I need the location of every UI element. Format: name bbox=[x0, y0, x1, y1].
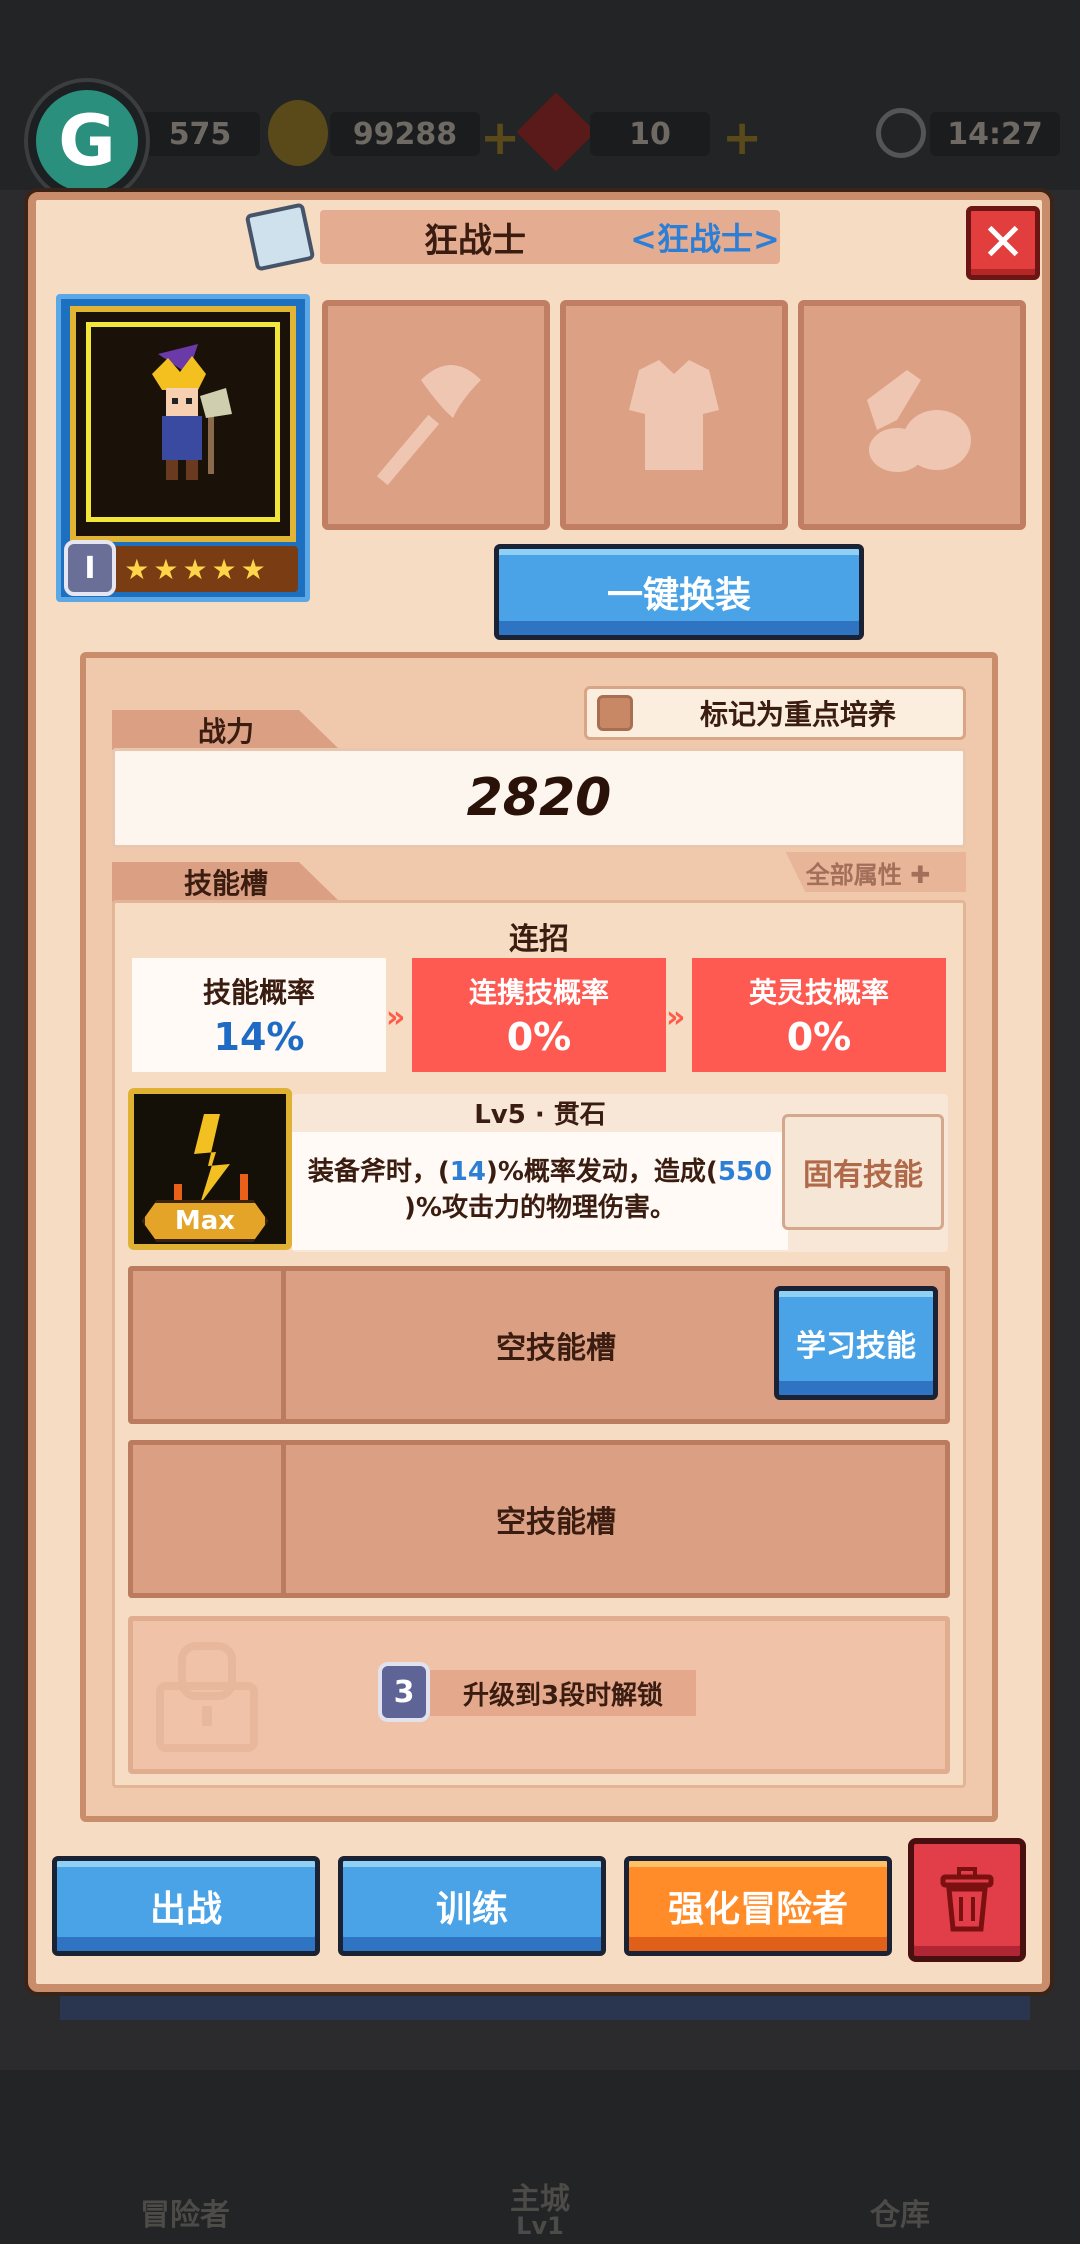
skill-desc-part: )%攻击力的物理伤害。 bbox=[404, 1193, 676, 1223]
battle-button[interactable]: 出战 bbox=[52, 1856, 320, 1956]
power-value: 2820 bbox=[112, 748, 966, 848]
skill-desc-part: 装备斧时，( bbox=[307, 1157, 450, 1187]
combo-rate-value: 0% bbox=[506, 1015, 572, 1059]
lock-icon bbox=[156, 1642, 258, 1752]
equip-slot-weapon[interactable] bbox=[322, 300, 550, 530]
hero-name: 狂战士 bbox=[424, 220, 526, 261]
trash-icon bbox=[940, 1867, 994, 1932]
armor-silhouette-icon bbox=[629, 360, 719, 470]
combo-title: 连招 bbox=[509, 922, 569, 957]
star-icon: ★ bbox=[124, 552, 150, 586]
combo-rate-label: 连携技概率 bbox=[468, 976, 609, 1009]
nav-adventurer[interactable]: 冒险者 bbox=[120, 2190, 250, 2234]
ticket-counter: 10 bbox=[590, 112, 710, 156]
innate-skill-label: 固有技能 bbox=[782, 1114, 944, 1230]
gold-coin-icon bbox=[268, 100, 328, 166]
top-hud bbox=[0, 0, 1080, 190]
equip-slot-armor[interactable] bbox=[560, 300, 788, 530]
empty-slot-label: 空技能槽 bbox=[496, 1331, 616, 1366]
mark-focus-checkbox[interactable] bbox=[597, 695, 633, 731]
skill-rate-value: 14% bbox=[213, 1015, 305, 1059]
berserker-sprite-icon bbox=[152, 344, 232, 480]
empty-slot-label: 空技能槽 bbox=[496, 1505, 616, 1540]
spirit-rate-label: 英灵技概率 bbox=[748, 976, 889, 1009]
mark-focus-toggle[interactable]: 标记为重点培养 bbox=[584, 686, 966, 740]
enhance-adventurer-button[interactable]: 强化冒险者 bbox=[624, 1856, 892, 1956]
skill-name: Lv5 · 贯石 bbox=[474, 1100, 606, 1130]
nav-main-city-level: Lv1 bbox=[516, 2212, 564, 2240]
spirit-rate-value: 0% bbox=[786, 1015, 852, 1059]
star-icon: ★ bbox=[211, 552, 237, 586]
hero-class: <狂战士> bbox=[630, 220, 780, 258]
slot-pattern bbox=[128, 1266, 286, 1424]
skill-desc-part: )%概率发动，造成( bbox=[485, 1157, 718, 1187]
max-level-badge: Max bbox=[142, 1200, 268, 1242]
star-rating: ★ ★ ★ ★ ★ bbox=[92, 546, 298, 592]
one-click-equip-button[interactable]: 一键换装 bbox=[494, 544, 864, 640]
skill-rate-label: 技能概率 bbox=[202, 976, 315, 1009]
scroll-icon bbox=[244, 202, 316, 272]
clock-icon bbox=[876, 108, 926, 158]
learn-skill-button[interactable]: 学习技能 bbox=[774, 1286, 938, 1400]
gem-counter: 575 bbox=[140, 112, 260, 156]
boots-silhouette-icon bbox=[867, 370, 971, 472]
slot-pattern bbox=[128, 1440, 286, 1598]
star-icon: ★ bbox=[153, 552, 179, 586]
skill-rate-card: 技能概率 14% bbox=[132, 958, 386, 1072]
add-ticket-icon[interactable]: + bbox=[722, 110, 762, 166]
arrow-right-icon: » bbox=[386, 1000, 406, 1035]
star-icon: ★ bbox=[182, 552, 208, 586]
add-gold-icon[interactable]: + bbox=[480, 110, 520, 166]
mark-focus-label: 标记为重点培养 bbox=[699, 698, 896, 731]
skill-description: 装备斧时，(14)%概率发动，造成(550 )%攻击力的物理伤害。 bbox=[292, 1132, 788, 1250]
train-button[interactable]: 训练 bbox=[338, 1856, 606, 1956]
nav-warehouse[interactable]: 仓库 bbox=[840, 2190, 960, 2234]
axe-silhouette-icon bbox=[376, 365, 481, 486]
arrow-right-icon: » bbox=[666, 1000, 686, 1035]
skill-desc-damage: 550 bbox=[717, 1157, 773, 1187]
dismiss-button[interactable] bbox=[908, 1838, 1026, 1962]
timer: 14:27 bbox=[930, 112, 1060, 156]
grade-badge: I bbox=[64, 540, 116, 596]
gold-counter: 99288 bbox=[330, 112, 480, 156]
skill-desc-rate: 14 bbox=[449, 1157, 486, 1187]
unlock-requirement: 升级到3段时解锁 bbox=[430, 1670, 696, 1716]
underlay-strip bbox=[60, 1990, 1030, 2020]
close-button[interactable]: ✕ bbox=[966, 206, 1040, 280]
grade-badge: 3 bbox=[378, 1662, 430, 1722]
spirit-rate-card: 英灵技概率 0% bbox=[692, 958, 946, 1072]
g-menu-button[interactable]: G bbox=[28, 82, 146, 200]
combo-rate-card: 连携技概率 0% bbox=[412, 958, 666, 1072]
equip-slot-accessory[interactable] bbox=[798, 300, 1026, 530]
star-icon: ★ bbox=[240, 552, 266, 586]
